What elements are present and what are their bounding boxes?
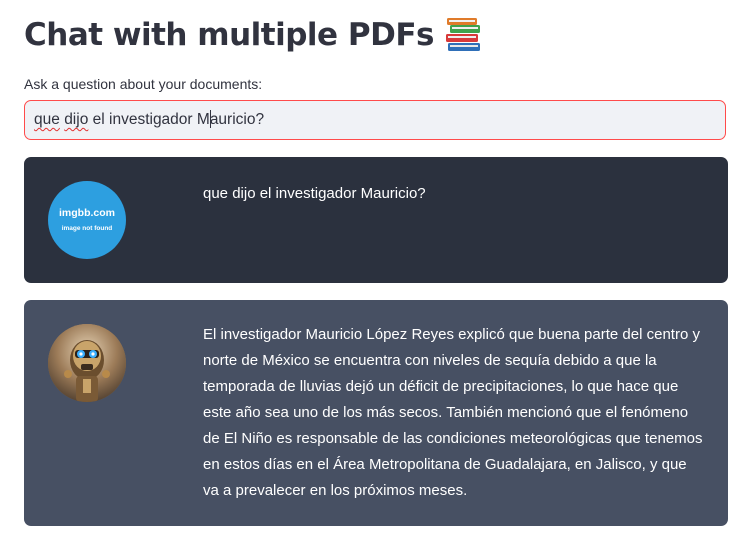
page-title: Chat with multiple PDFs <box>24 12 484 58</box>
avatar-site-text: imgbb.com <box>58 206 115 219</box>
user-message: imgbb.com image not found que dijo el in… <box>24 157 728 283</box>
question-value-end: auricio? <box>209 111 265 129</box>
page-title-text: Chat with multiple PDFs <box>24 17 434 53</box>
question-label: Ask a question about your documents: <box>24 76 263 92</box>
question-input[interactable]: que dijo el investigador Mauricio? <box>24 100 726 140</box>
app-page: Chat with multiple PDFs Ask a question a… <box>0 0 755 556</box>
books-icon <box>444 17 484 53</box>
user-message-text: que dijo el investigador Mauricio? <box>203 185 426 202</box>
question-value-rest: el investigador M <box>88 111 210 129</box>
spell-error-que: que <box>34 111 60 129</box>
robot-avatar-icon <box>48 324 126 402</box>
avatar-error-text: image not found <box>61 224 113 232</box>
user-avatar: imgbb.com image not found <box>48 181 126 259</box>
spell-error-dijo: dijo <box>64 111 89 129</box>
text-caret <box>209 109 211 128</box>
question-input-value[interactable]: que dijo el investigador Mauricio? <box>34 109 265 129</box>
bot-message: El investigador Mauricio López Reyes exp… <box>24 300 728 526</box>
bot-message-text: El investigador Mauricio López Reyes exp… <box>203 326 703 499</box>
